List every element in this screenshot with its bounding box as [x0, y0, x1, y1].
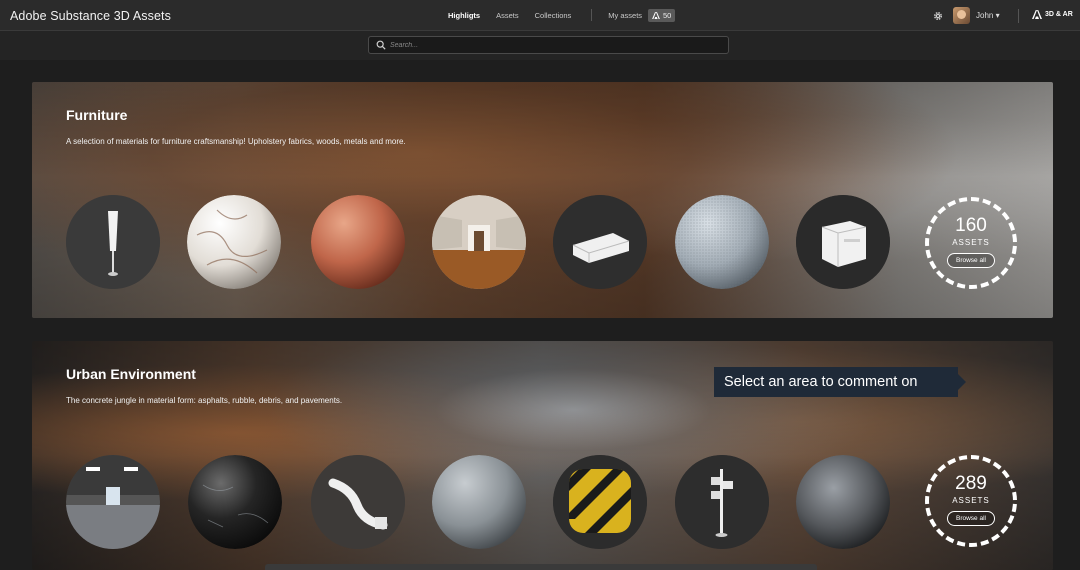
comment-tooltip: Select an area to comment on: [714, 367, 966, 397]
adobe-logo-icon: [652, 12, 660, 19]
nav-my-assets[interactable]: My assets: [608, 11, 642, 21]
asset-count-badge: 289 ASSETS Browse all: [925, 455, 1017, 547]
asset-count-label: ASSETS: [952, 238, 990, 247]
user-menu[interactable]: John ▾: [976, 11, 1000, 20]
adobe-3d-ar-link[interactable]: 3D & AR: [1032, 10, 1073, 19]
search-icon: [376, 40, 386, 50]
credits-count: 50: [663, 11, 672, 20]
search-input[interactable]: [390, 38, 710, 52]
category-title: Furniture: [66, 107, 128, 123]
asset-count-label: ASSETS: [952, 496, 990, 505]
asset-lamp-model[interactable]: [66, 195, 160, 289]
search-box[interactable]: [368, 36, 729, 54]
asset-hazard-stripes-material[interactable]: [553, 455, 647, 549]
app-title[interactable]: Adobe Substance 3D Assets: [10, 9, 171, 23]
nav-assets[interactable]: Assets: [496, 11, 519, 21]
asset-room-environment[interactable]: [432, 195, 526, 289]
avatar[interactable]: [953, 7, 970, 24]
browse-all-button[interactable]: Browse all: [947, 253, 995, 268]
asset-marble-material[interactable]: [187, 195, 281, 289]
category-description: The concrete jungle in material form: as…: [66, 396, 343, 405]
asset-sofa-model[interactable]: [553, 195, 647, 289]
asset-fabric-material[interactable]: [675, 195, 769, 289]
asset-dark-stone-material[interactable]: [188, 455, 282, 549]
top-navigation-bar: Adobe Substance 3D Assets Highligts Asse…: [0, 0, 1080, 31]
nav-collections[interactable]: Collections: [535, 11, 572, 21]
gear-icon[interactable]: [933, 11, 943, 21]
asset-nightstand-model[interactable]: [796, 195, 890, 289]
category-banner-furniture[interactable]: Furniture A selection of materials for f…: [32, 82, 1053, 318]
asset-pipe-model[interactable]: [311, 455, 405, 549]
nav-highlights[interactable]: Highligts: [448, 11, 480, 21]
chevron-down-icon: ▾: [995, 11, 1000, 20]
bottom-toolbar-edge: [265, 564, 817, 570]
asset-signpost-model[interactable]: [675, 455, 769, 549]
asset-parking-environment[interactable]: [66, 455, 160, 549]
adobe-3d-ar-label: 3D & AR: [1045, 11, 1073, 18]
asset-count: 289: [955, 473, 987, 494]
adobe-logo-icon: [1032, 10, 1042, 19]
asset-count: 160: [955, 215, 987, 236]
search-row: [0, 31, 1080, 60]
asset-count-badge: 160 ASSETS Browse all: [925, 197, 1017, 289]
asset-terracotta-material[interactable]: [311, 195, 405, 289]
category-title: Urban Environment: [66, 366, 196, 382]
category-description: A selection of materials for furniture c…: [66, 137, 406, 146]
main-nav: Highligts Assets Collections My assets: [448, 9, 658, 21]
user-name: John: [976, 11, 994, 20]
asset-concrete-material[interactable]: [432, 455, 526, 549]
browse-all-button[interactable]: Browse all: [947, 511, 995, 526]
credits-badge[interactable]: 50: [648, 9, 676, 22]
nav-divider: [591, 9, 593, 21]
header-divider: [1018, 9, 1019, 23]
asset-chrome-environment[interactable]: [796, 455, 890, 549]
